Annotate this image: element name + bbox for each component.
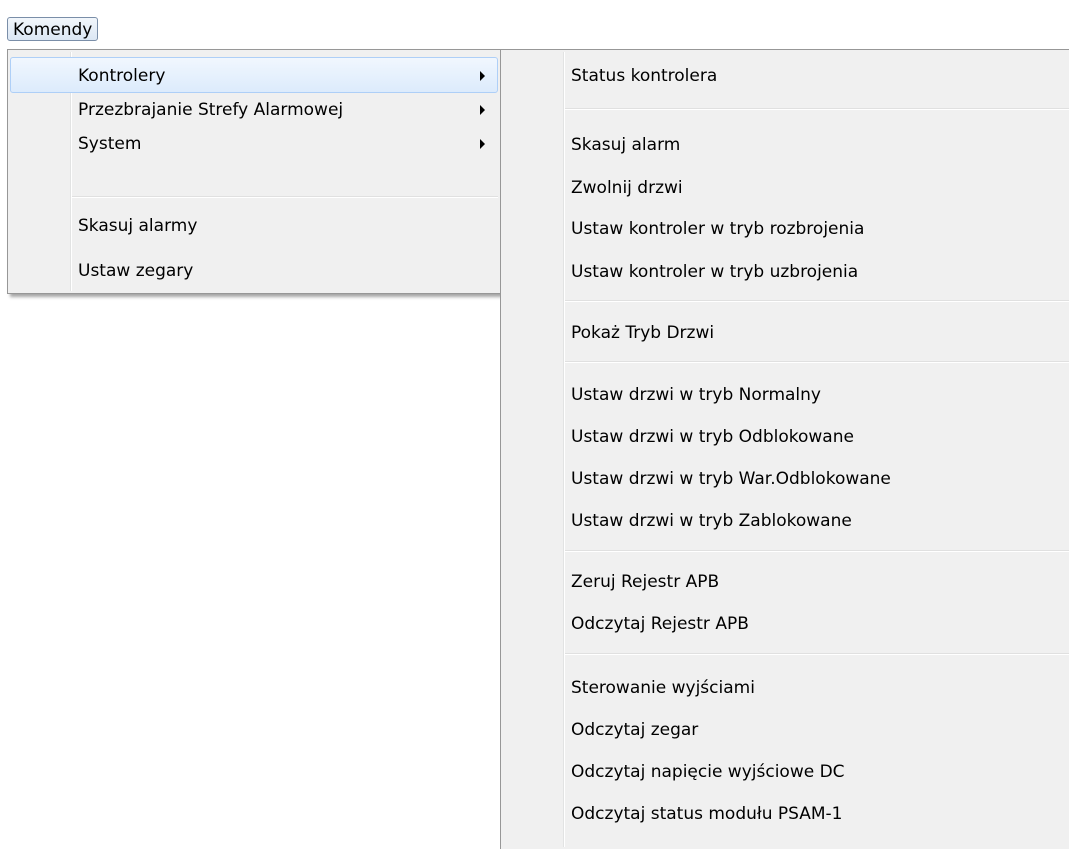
menu-item-system[interactable]: System [10,125,498,161]
menu-item-label: Skasuj alarmy [78,216,198,236]
menu-item-label: Ustaw drzwi w tryb Zablokowane [571,511,852,531]
menu-komendy[interactable]: Komendy [7,17,99,41]
submenu-item-drzwi-odblokowane[interactable]: Ustaw drzwi w tryb Odblokowane [503,418,1069,454]
menu-item-label: Ustaw drzwi w tryb Normalny [571,385,821,405]
submenu-item-tryb-rozbrojenia[interactable]: Ustaw kontroler w tryb rozbrojenia [503,210,1069,246]
menu-item-label: Ustaw kontroler w tryb rozbrojenia [571,219,865,239]
menu-item-label: Ustaw zegary [78,261,194,281]
submenu-item-drzwi-normalny[interactable]: Ustaw drzwi w tryb Normalny [503,376,1069,412]
submenu-item-zwolnij-drzwi[interactable]: Zwolnij drzwi [503,169,1069,205]
menu-item-label: Status kontrolera [571,66,718,86]
menu-item-ustaw-zegary[interactable]: Ustaw zegary [10,252,498,288]
submenu-item-status-psam[interactable]: Odczytaj status modułu PSAM-1 [503,795,1069,831]
commands-menu: Kontrolery Przezbrajanie Strefy Alarmowe… [7,49,501,294]
chevron-right-icon [480,105,485,115]
chevron-right-icon [480,71,485,81]
menu-item-label: System [78,134,142,154]
menu-item-label: Odczytaj status modułu PSAM-1 [571,804,843,824]
kontrolery-submenu: Status kontrolera Skasuj alarm Zwolnij d… [500,49,1069,849]
menu-separator [565,300,1069,302]
menu-separator [565,361,1069,363]
submenu-item-odczytaj-zegar[interactable]: Odczytaj zegar [503,711,1069,747]
submenu-item-sterowanie-wyjsciami[interactable]: Sterowanie wyjściami [503,669,1069,705]
menu-item-label: Skasuj alarm [571,135,681,155]
menu-item-skasuj-alarmy[interactable]: Skasuj alarmy [10,207,498,243]
submenu-item-pokaz-tryb-drzwi[interactable]: Pokaż Tryb Drzwi [503,314,1069,350]
menu-item-label: Odczytaj zegar [571,720,699,740]
menu-separator [72,196,498,198]
menu-item-label: Zwolnij drzwi [571,178,683,198]
menu-item-label: Kontrolery [78,66,166,86]
menu-item-label: Odczytaj napięcie wyjściowe DC [571,762,845,782]
submenu-item-skasuj-alarm[interactable]: Skasuj alarm [503,126,1069,162]
menu-item-label: Zeruj Rejestr APB [571,572,720,592]
menu-separator [565,550,1069,552]
submenu-item-napiecie-dc[interactable]: Odczytaj napięcie wyjściowe DC [503,753,1069,789]
submenu-item-drzwi-war-odblokowane[interactable]: Ustaw drzwi w tryb War.Odblokowane [503,460,1069,496]
menu-item-kontrolery[interactable]: Kontrolery [10,57,498,93]
menu-item-label: Ustaw drzwi w tryb Odblokowane [571,427,854,447]
menu-item-label: Ustaw drzwi w tryb War.Odblokowane [571,469,891,489]
menu-item-przezbrajanie[interactable]: Przezbrajanie Strefy Alarmowej [10,91,498,127]
menu-item-label: Pokaż Tryb Drzwi [571,323,715,343]
menu-item-label: Przezbrajanie Strefy Alarmowej [78,100,344,120]
submenu-item-drzwi-zablokowane[interactable]: Ustaw drzwi w tryb Zablokowane [503,502,1069,538]
menu-item-label: Odczytaj Rejestr APB [571,614,749,634]
chevron-right-icon [480,139,485,149]
submenu-item-tryb-uzbrojenia[interactable]: Ustaw kontroler w tryb uzbrojenia [503,253,1069,289]
menu-item-label: Ustaw kontroler w tryb uzbrojenia [571,262,859,282]
submenu-item-zeruj-rejestr-apb[interactable]: Zeruj Rejestr APB [503,563,1069,599]
menu-item-label: Sterowanie wyjściami [571,678,755,698]
menu-separator [565,108,1069,110]
submenu-item-odczytaj-rejestr-apb[interactable]: Odczytaj Rejestr APB [503,605,1069,641]
menu-separator [565,653,1069,655]
submenu-item-status-kontrolera[interactable]: Status kontrolera [503,57,1069,93]
